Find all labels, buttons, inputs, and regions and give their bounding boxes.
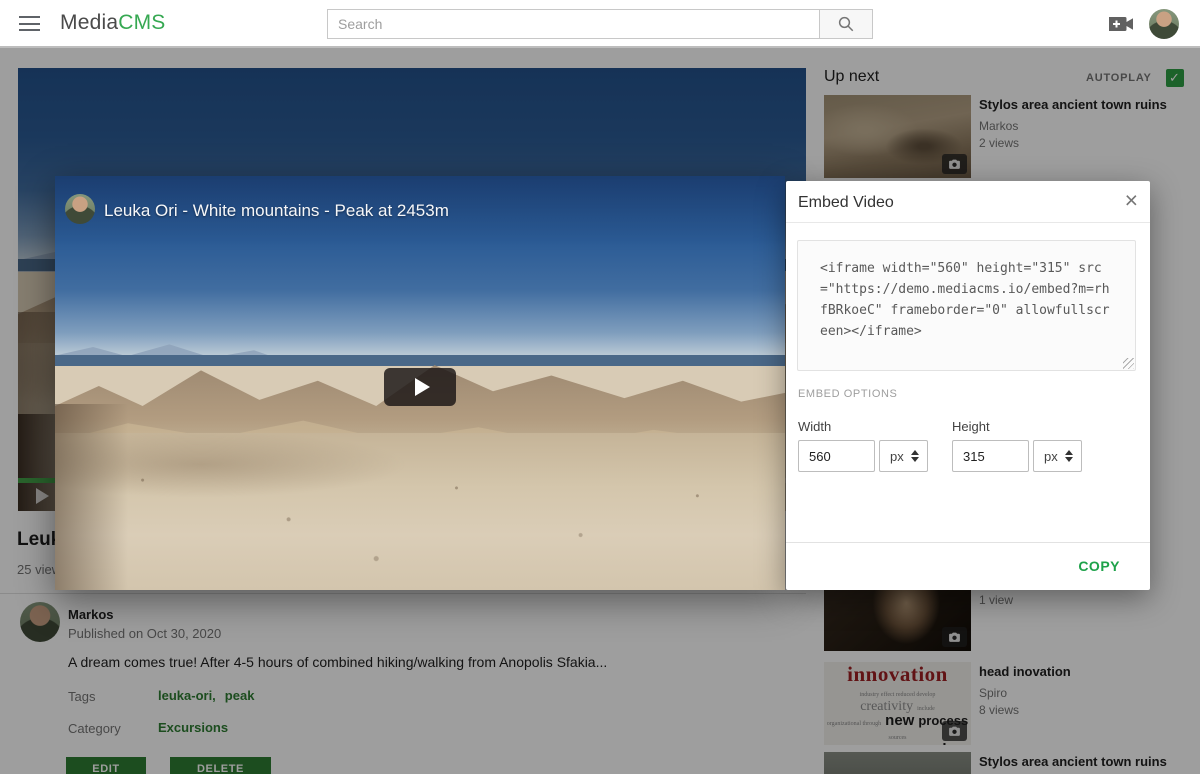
search-bar: [327, 9, 873, 39]
video-author-avatar[interactable]: [65, 194, 95, 224]
top-navbar: MediaCMS: [0, 0, 1200, 48]
logo-cms: CMS: [118, 11, 165, 34]
width-unit-select[interactable]: px: [879, 440, 928, 472]
embed-code-textarea[interactable]: <iframe width="560" height="315" src="ht…: [797, 240, 1136, 371]
logo[interactable]: MediaCMS: [60, 11, 165, 35]
play-button[interactable]: [384, 368, 456, 406]
width-unit-value: px: [890, 449, 904, 464]
modal-footer: COPY: [786, 542, 1150, 590]
search-icon: [837, 15, 855, 33]
stepper-arrows-icon: [1065, 450, 1073, 462]
upload-video-icon[interactable]: [1108, 15, 1134, 38]
stepper-arrows-icon: [911, 450, 919, 462]
height-label: Height: [952, 419, 990, 434]
video-overlay-title: Leuka Ori - White mountains - Peak at 24…: [104, 201, 449, 221]
embed-options-label: EMBED OPTIONS: [798, 388, 897, 400]
search-button[interactable]: [819, 9, 873, 39]
user-avatar[interactable]: [1149, 9, 1179, 39]
logo-media: Media: [60, 11, 118, 34]
modal-title: Embed Video: [798, 194, 894, 212]
resize-handle-icon[interactable]: [1123, 358, 1134, 369]
video-preview-popup[interactable]: Leuka Ori - White mountains - Peak at 24…: [55, 176, 785, 590]
width-input[interactable]: [798, 440, 875, 472]
play-icon: [415, 378, 430, 396]
height-unit-select[interactable]: px: [1033, 440, 1082, 472]
menu-icon[interactable]: [19, 16, 40, 31]
search-input[interactable]: [327, 9, 819, 39]
height-input[interactable]: [952, 440, 1029, 472]
copy-button[interactable]: COPY: [1078, 558, 1120, 574]
width-label: Width: [798, 419, 831, 434]
embed-video-modal: Embed Video × <iframe width="560" height…: [786, 181, 1150, 590]
height-unit-value: px: [1044, 449, 1058, 464]
close-icon[interactable]: ×: [1125, 187, 1138, 215]
modal-header: Embed Video ×: [786, 181, 1150, 223]
